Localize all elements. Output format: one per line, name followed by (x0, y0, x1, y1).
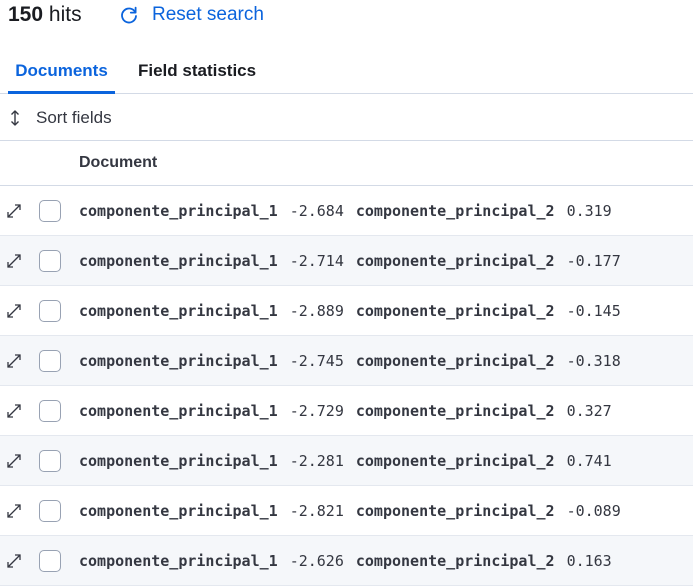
document-cell: componente_principal_1 -2.821 componente_p… (79, 486, 621, 536)
field-name: componente_principal_1 (79, 252, 278, 270)
field-name: componente_principal_1 (79, 352, 278, 370)
document-cell: componente_principal_1 -2.714 componente_p… (79, 236, 621, 286)
field-value: -2.821 (289, 502, 344, 520)
field-value: -0.177 (566, 252, 621, 270)
field-name: componente_principal_1 (79, 402, 278, 420)
table-row[interactable]: componente_principal_1 -2.281 componente_p… (0, 436, 693, 486)
document-cell: componente_principal_1 -2.281 componente_p… (79, 436, 612, 486)
table-row[interactable]: componente_principal_1 -2.889 componente_p… (0, 286, 693, 336)
field-name: componente_principal_2 (355, 552, 555, 570)
field-name: componente_principal_1 (79, 452, 278, 470)
table-row[interactable]: componente_principal_1 -2.684 componente_p… (0, 186, 693, 236)
field-value: -2.626 (289, 552, 344, 570)
field-name: componente_principal_1 (79, 302, 278, 320)
field-name: componente_principal_2 (355, 252, 555, 270)
expand-diagonal-icon[interactable] (5, 302, 23, 320)
table-row[interactable]: componente_principal_1 -2.821 componente_p… (0, 486, 693, 536)
reset-search-label: Reset search (152, 4, 264, 25)
field-value: -0.318 (566, 352, 621, 370)
field-value: -0.089 (566, 502, 621, 520)
row-select-checkbox[interactable] (39, 400, 61, 422)
sort-fields-button[interactable]: Sort fields (6, 108, 112, 128)
tab-field-statistics[interactable]: Field statistics (138, 50, 256, 94)
document-cell: componente_principal_1 -2.889 componente_p… (79, 286, 621, 336)
field-name: componente_principal_2 (355, 352, 555, 370)
field-value: -0.145 (566, 302, 621, 320)
row-select-checkbox[interactable] (39, 200, 61, 222)
row-select-checkbox[interactable] (39, 250, 61, 272)
row-select-checkbox[interactable] (39, 550, 61, 572)
results-header: 150 hits Reset search (0, 0, 693, 32)
column-header-document[interactable]: Document (79, 141, 157, 185)
expand-diagonal-icon[interactable] (5, 202, 23, 220)
table-header: Document (0, 141, 693, 186)
field-value: -2.684 (289, 202, 344, 220)
expand-diagonal-icon[interactable] (5, 402, 23, 420)
table-body: componente_principal_1 -2.684 componente_p… (0, 186, 693, 586)
table-row[interactable]: componente_principal_1 -2.714 componente_p… (0, 236, 693, 286)
row-select-checkbox[interactable] (39, 350, 61, 372)
field-value: -2.281 (289, 452, 344, 470)
field-value: 0.741 (566, 452, 612, 470)
field-value: -2.889 (289, 302, 344, 320)
field-value: 0.319 (566, 202, 612, 220)
table-row[interactable]: componente_principal_1 -2.745 componente_p… (0, 336, 693, 386)
table-row[interactable]: componente_principal_1 -2.729 componente_p… (0, 386, 693, 436)
document-cell: componente_principal_1 -2.729 componente_p… (79, 386, 612, 436)
sort-fields-label: Sort fields (36, 107, 112, 127)
field-value: 0.163 (566, 552, 612, 570)
document-cell: componente_principal_1 -2.745 componente_p… (79, 336, 621, 386)
reset-search-button[interactable]: Reset search (118, 0, 264, 30)
field-name: componente_principal_1 (79, 502, 278, 520)
row-select-checkbox[interactable] (39, 500, 61, 522)
grid-toolbar: Sort fields (0, 95, 693, 141)
expand-diagonal-icon[interactable] (5, 452, 23, 470)
refresh-icon (118, 4, 140, 26)
row-select-checkbox[interactable] (39, 300, 61, 322)
expand-diagonal-icon[interactable] (5, 352, 23, 370)
field-value: -2.745 (289, 352, 344, 370)
document-cell: componente_principal_1 -2.626 componente_p… (79, 536, 612, 586)
hits-summary: 150 hits (8, 0, 82, 30)
expand-diagonal-icon[interactable] (5, 502, 23, 520)
field-name: componente_principal_2 (355, 502, 555, 520)
field-name: componente_principal_1 (79, 552, 278, 570)
field-value: -2.714 (289, 252, 344, 270)
field-value: 0.327 (566, 402, 612, 420)
row-select-checkbox[interactable] (39, 450, 61, 472)
field-name: componente_principal_2 (355, 202, 555, 220)
hits-label: hits (48, 3, 82, 26)
field-name: componente_principal_2 (355, 452, 555, 470)
view-tabs: Documents Field statistics (0, 50, 693, 94)
field-name: componente_principal_1 (79, 202, 278, 220)
tab-documents[interactable]: Documents (8, 50, 115, 94)
expand-diagonal-icon[interactable] (5, 252, 23, 270)
expand-diagonal-icon[interactable] (5, 552, 23, 570)
hits-count: 150 (8, 3, 44, 26)
field-name: componente_principal_2 (355, 302, 555, 320)
field-name: componente_principal_2 (355, 402, 555, 420)
table-row[interactable]: componente_principal_1 -2.626 componente_p… (0, 536, 693, 586)
document-cell: componente_principal_1 -2.684 componente_p… (79, 186, 612, 236)
field-value: -2.729 (289, 402, 344, 420)
sort-arrows-icon (6, 109, 24, 127)
